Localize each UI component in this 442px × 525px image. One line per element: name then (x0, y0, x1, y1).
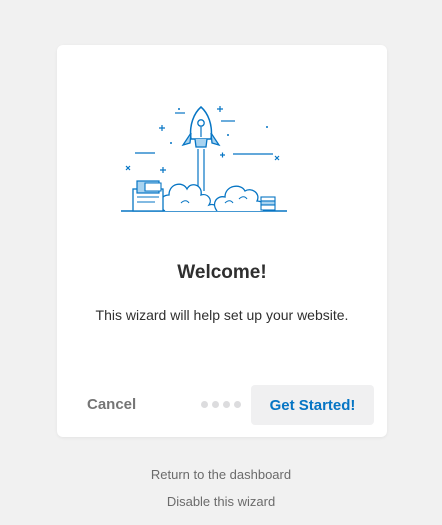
cancel-button[interactable]: Cancel (87, 396, 136, 413)
welcome-description: This wizard will help set up your websit… (95, 307, 349, 323)
step-indicator (201, 401, 241, 408)
welcome-title: Welcome! (177, 262, 267, 283)
step-dot (212, 401, 219, 408)
disable-wizard-link[interactable]: Disable this wizard (0, 493, 442, 510)
wizard-page: Welcome! This wizard will help set up yo… (0, 0, 442, 525)
rocket-launch-illustration-icon (121, 106, 287, 212)
return-to-dashboard-link[interactable]: Return to the dashboard (0, 466, 442, 483)
step-dot (234, 401, 241, 408)
welcome-card: Welcome! This wizard will help set up yo… (57, 45, 387, 437)
step-dot (201, 401, 208, 408)
step-dot (223, 401, 230, 408)
footer-links: Return to the dashboard Disable this wiz… (0, 466, 442, 520)
get-started-button[interactable]: Get Started! (251, 385, 374, 425)
